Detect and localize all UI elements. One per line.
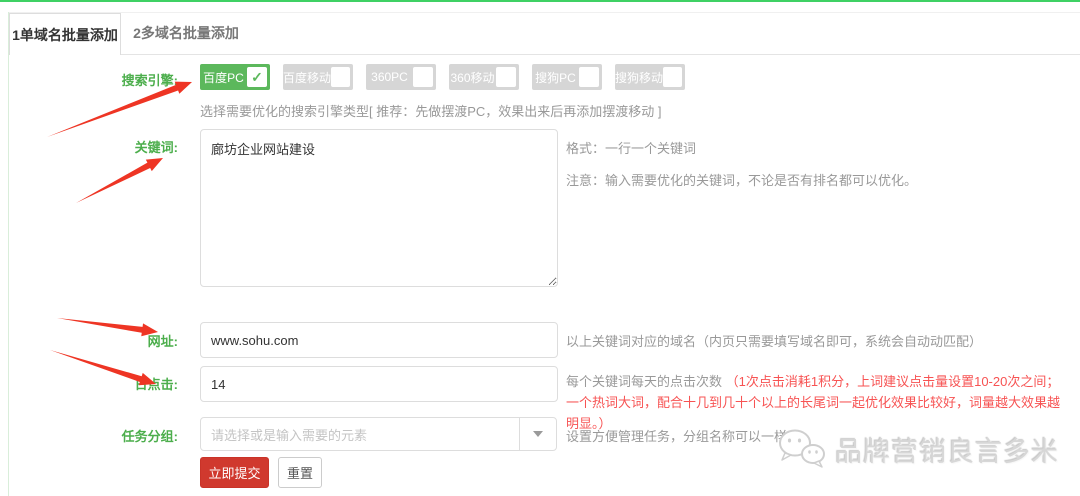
task-group-label: 任务分组: xyxy=(0,426,178,445)
page: 1单域名批量添加 2多域名批量添加 搜索引擎: 百度PC✓ 百度移动 360PC 36… xyxy=(0,0,1080,496)
search-engine-hint: 选择需要优化的搜索引擎类型[ 推荐：先做摆渡PC，效果出来后再添加摆渡移动 ] xyxy=(200,101,662,120)
engine-option-label: 百度PC xyxy=(200,69,247,86)
top-accent-line xyxy=(0,0,1080,2)
keywords-label: 关键词: xyxy=(0,137,178,156)
engine-option-label: 搜狗PC xyxy=(532,69,579,86)
task-group-select[interactable]: 请选择或是输入需要的元素 xyxy=(200,417,557,451)
checkbox-icon[interactable] xyxy=(579,67,599,87)
engine-option-360移动[interactable]: 360移动 xyxy=(449,64,519,90)
daily-clicks-hint: 每个关键词每天的点击次数 （1次点击消耗1积分，上词建议点击量设置10-20次之… xyxy=(566,371,1066,434)
tab-single-domain-batch-add[interactable]: 1单域名批量添加 xyxy=(9,13,121,55)
checkbox-checked-icon[interactable]: ✓ xyxy=(247,67,267,87)
task-group-hint: 设置方便管理任务，分组名称可以一样 xyxy=(566,426,787,445)
daily-clicks-hint-gray: 每个关键词每天的点击次数 xyxy=(566,374,726,389)
keywords-textarea[interactable]: 廊坊企业网站建设 xyxy=(200,129,558,287)
url-hint: 以上关键词对应的域名（内页只需要填写域名即可，系统会自动动匹配） xyxy=(566,331,982,350)
reset-button[interactable]: 重置 xyxy=(278,457,322,488)
engine-option-label: 360PC xyxy=(366,70,413,84)
engine-option-label: 360移动 xyxy=(449,69,496,86)
task-group-placeholder: 请选择或是输入需要的元素 xyxy=(201,425,519,444)
submit-button[interactable]: 立即提交 xyxy=(200,457,269,488)
keywords-notice-hint: 注意：输入需要优化的关键词，不论是否有排名都可以优化。 xyxy=(566,170,917,189)
engine-option-百度移动[interactable]: 百度移动 xyxy=(283,64,353,90)
engine-option-百度PC[interactable]: 百度PC✓ xyxy=(200,64,270,90)
engine-option-label: 搜狗移动 xyxy=(615,69,663,86)
engine-option-label: 百度移动 xyxy=(283,69,331,86)
chat-bubbles-logo-icon xyxy=(775,427,829,471)
checkbox-icon[interactable] xyxy=(413,67,433,87)
url-label: 网址: xyxy=(0,331,178,350)
engine-option-搜狗PC[interactable]: 搜狗PC xyxy=(532,64,602,90)
search-engine-label: 搜索引擎: xyxy=(0,70,178,89)
daily-clicks-input[interactable] xyxy=(200,366,558,402)
keywords-format-hint: 格式：一行一个关键词 xyxy=(566,138,696,157)
engine-option-搜狗移动[interactable]: 搜狗移动 xyxy=(615,64,685,90)
tab-bar: 1单域名批量添加 2多域名批量添加 xyxy=(9,12,1080,55)
url-input[interactable] xyxy=(200,322,558,358)
checkbox-icon[interactable] xyxy=(331,67,350,87)
chevron-down-icon[interactable] xyxy=(519,418,556,450)
checkbox-icon[interactable] xyxy=(663,67,682,87)
daily-clicks-label: 日点击: xyxy=(0,374,178,393)
annotation-arrow xyxy=(76,158,163,203)
watermark: 品牌营销良言多米 xyxy=(775,427,1059,471)
annotation-arrow xyxy=(47,82,192,137)
checkbox-icon[interactable] xyxy=(496,67,516,87)
watermark-text: 品牌营销良言多米 xyxy=(835,430,1059,469)
search-engine-options: 百度PC✓ 百度移动 360PC 360移动 搜狗PC 搜狗移动 xyxy=(200,64,685,90)
engine-option-360PC[interactable]: 360PC xyxy=(366,64,436,90)
tab-multi-domain-batch-add[interactable]: 2多域名批量添加 xyxy=(121,13,251,54)
